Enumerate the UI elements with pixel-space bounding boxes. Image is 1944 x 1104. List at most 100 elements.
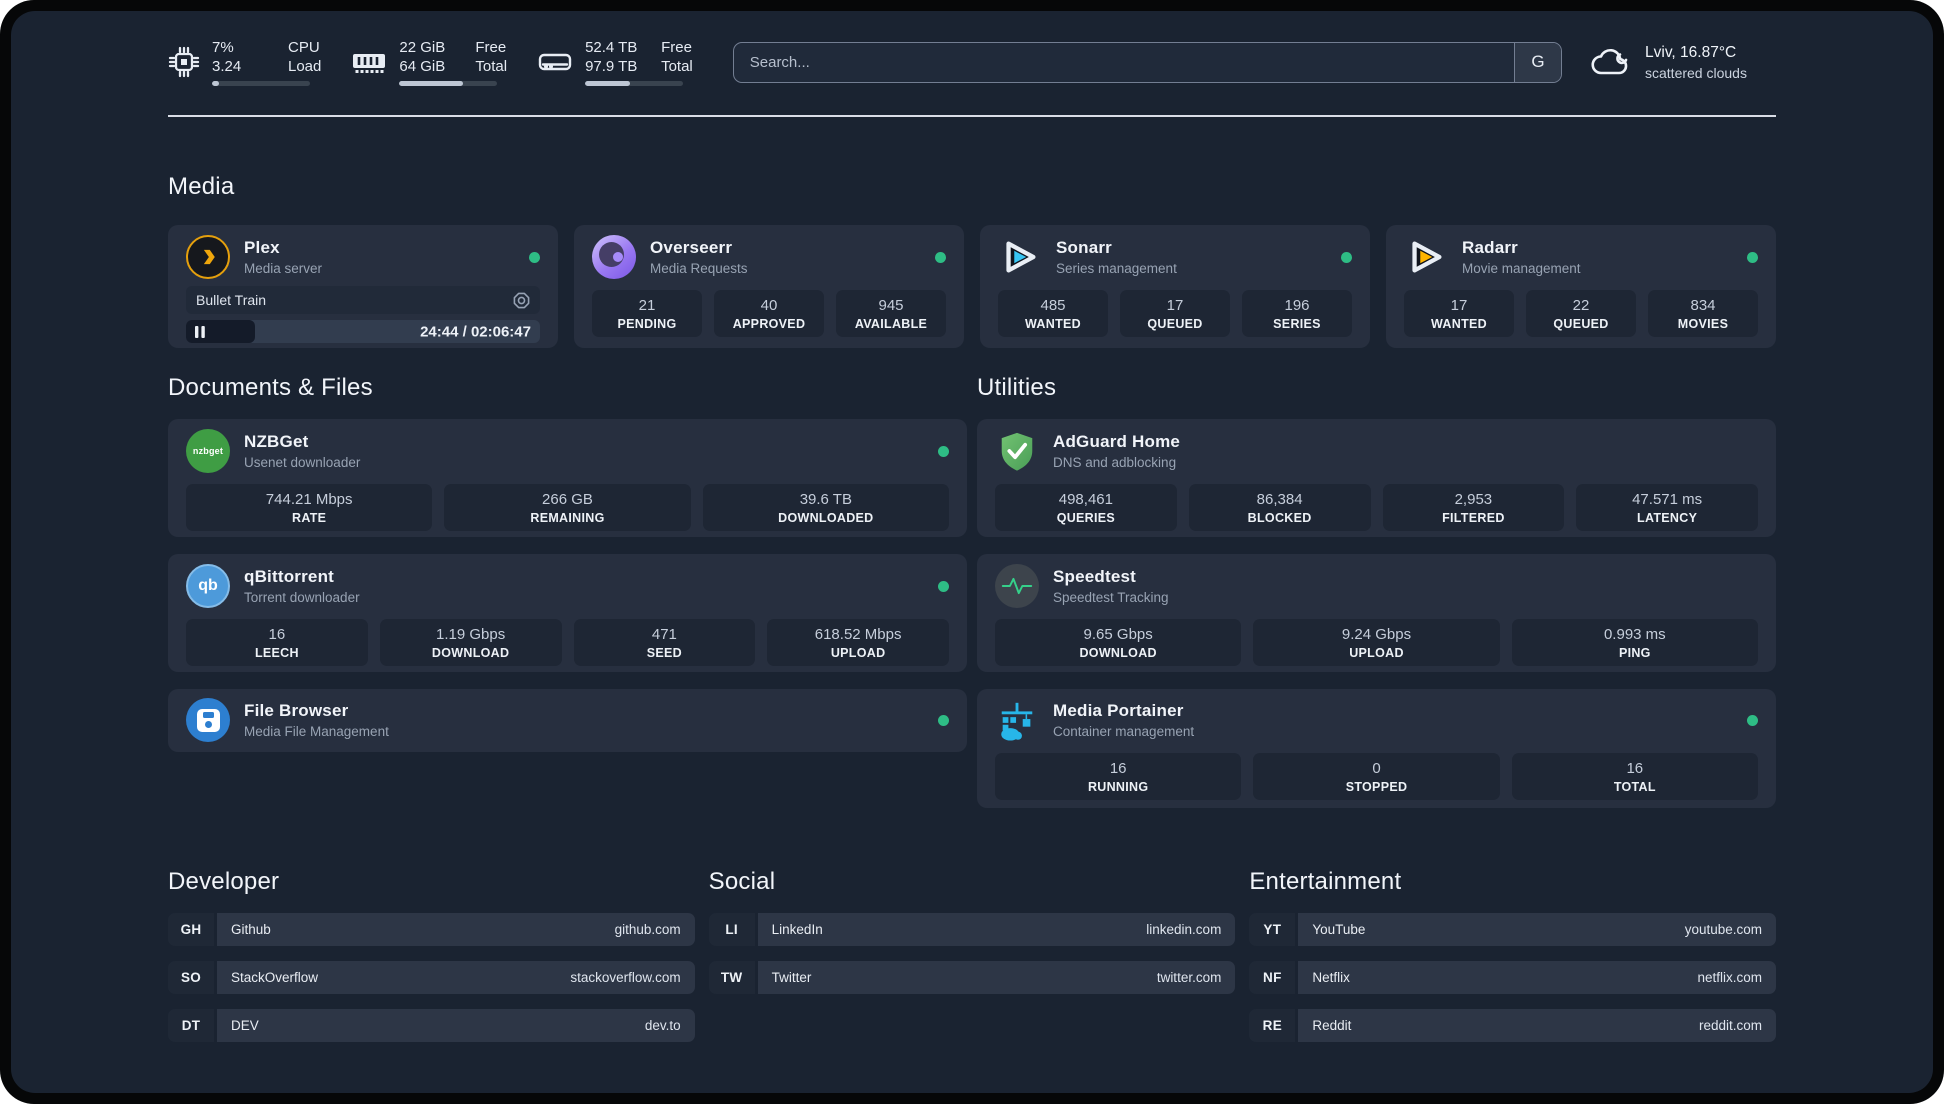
header: 7% 3.24 CPU Load 22 GiB 64 GiB Free Tota… [168,11,1776,88]
status-dot [1341,251,1352,263]
app-subtitle: Media File Management [244,724,389,739]
stat-tile: 21 PENDING [592,290,702,337]
stat-tile: 2,953 FILTERED [1382,484,1565,531]
app-name: File Browser [244,701,349,720]
stat-tile: 945 AVAILABLE [836,290,946,337]
search-input[interactable] [733,42,1514,82]
section-title-documents: Documents & Files [168,374,373,401]
status-dot [935,251,946,263]
bookmark-name: Twitter [771,970,812,985]
status-dot [1747,714,1758,726]
app-subtitle: Torrent downloader [244,590,360,605]
bookmark-name: DEV [231,1018,259,1033]
playback-progress-bar: 24:44 / 02:06:47 [186,320,540,343]
stat-tile: 0.993 ms PING [1511,619,1758,666]
ram-free-label: Free [475,39,507,56]
cloud-icon [1591,48,1628,75]
now-playing-row: Bullet Train [186,286,540,314]
disk-free-label: Free [661,39,692,56]
status-dot [938,445,949,457]
app-name: qBittorrent [244,567,335,586]
now-playing-title: Bullet Train [196,292,267,308]
playback-time: 24:44 / 02:06:47 [420,323,531,340]
cpu-load-value: 3.24 [212,58,242,75]
search-bar: G [732,41,1562,83]
ram-free-value: 22 GiB [399,39,446,56]
app-card-adguard[interactable]: AdGuard Home DNS and adblocking 498,461 Q… [977,419,1776,537]
bookmark-abbr: GH [168,913,214,946]
dashboard-screen: 7% 3.24 CPU Load 22 GiB 64 GiB Free Tota… [0,0,1944,1104]
bookmark-github[interactable]: GH Github github.com [168,913,695,946]
portainer-icon [995,698,1039,742]
stat-tile: 0 STOPPED [1253,753,1500,800]
bookmark-reddit[interactable]: RE Reddit reddit.com [1249,1009,1776,1042]
bookmark-stackoverflow[interactable]: SO StackOverflow stackoverflow.com [168,961,695,994]
app-name: AdGuard Home [1053,432,1181,451]
bookmark-abbr: TW [708,961,755,994]
bookmark-abbr: YT [1249,913,1296,946]
bookmark-url: linkedin.com [1146,922,1222,937]
stat-tile: 9.65 Gbps DOWNLOAD [995,619,1242,666]
stat-tile: 22 QUEUED [1526,290,1636,337]
app-card-nzbget[interactable]: nzbget NZBGet Usenet downloader 744.21 M… [168,419,967,537]
header-divider [168,115,1776,117]
bookmark-url: youtube.com [1684,922,1762,937]
app-card-filebrowser[interactable]: File Browser Media File Management [168,689,967,752]
stat-tile: 485 WANTED [998,290,1108,337]
cpu-icon [168,46,200,78]
stat-tile: 266 GB REMAINING [444,484,691,531]
bookmark-group-developer: Developer GH Github github.com SO StackOv… [168,868,695,1057]
adguard-icon [995,429,1039,473]
speedtest-icon [995,564,1039,608]
app-subtitle: Container management [1053,724,1195,739]
search-engine-button[interactable]: G [1514,42,1561,82]
plex-icon [186,235,230,279]
section-title-social: Social [708,868,776,895]
app-card-portainer[interactable]: Media Portainer Container management 16 R… [977,689,1776,808]
bookmark-group-social: Social LI LinkedIn linkedin.com TW Twitte… [708,868,1236,1057]
app-card-sonarr[interactable]: Sonarr Series management 485 WANTED 17 QUE… [980,225,1370,348]
documents-column: Documents & Files nzbget NZBGet Usenet d… [168,374,967,808]
stat-tile: 16 RUNNING [995,753,1242,800]
section-title-utilities: Utilities [977,374,1057,401]
bookmark-name: LinkedIn [771,922,823,937]
bookmark-twitter[interactable]: TW Twitter twitter.com [708,961,1236,994]
stat-tile: 17 QUEUED [1120,290,1230,337]
bookmark-netflix[interactable]: NF Netflix netflix.com [1249,961,1776,994]
app-name: Radarr [1462,238,1519,257]
stat-tile: 834 MOVIES [1648,290,1758,337]
stat-tile: 16 TOTAL [1511,753,1758,800]
stat-tile: 16 LEECH [186,619,368,666]
nzbget-icon: nzbget [186,429,230,473]
bookmark-linkedin[interactable]: LI LinkedIn linkedin.com [708,913,1236,946]
disk-total-value: 97.9 TB [585,58,638,75]
disk-icon [538,53,572,71]
qbittorrent-icon: qb [186,564,230,608]
app-card-qbittorrent[interactable]: qb qBittorrent Torrent downloader 16 LEEC… [168,554,967,672]
stat-tile: 39.6 TB DOWNLOADED [702,484,949,531]
app-name: NZBGet [244,432,309,451]
bookmark-url: reddit.com [1698,1018,1762,1033]
bookmark-dev[interactable]: DT DEV dev.to [168,1009,695,1042]
pause-icon [195,325,205,338]
disk-free-value: 52.4 TB [585,39,638,56]
app-card-overseerr[interactable]: Overseerr Media Requests 21 PENDING 40 APP… [574,225,964,348]
app-card-plex[interactable]: Plex Media server Bullet Train 24:44 / 0… [168,225,558,348]
ram-total-value: 64 GiB [399,58,446,75]
weather-location-temp: Lviv, 16.87°C [1645,43,1737,61]
app-card-radarr[interactable]: Radarr Movie management 17 WANTED 22 QUEUE… [1386,225,1776,348]
bookmark-url: dev.to [644,1018,681,1033]
app-name: Speedtest [1053,567,1137,586]
app-name: Overseerr [650,238,733,257]
app-subtitle: Speedtest Tracking [1053,590,1169,605]
stat-tile: 471 SEED [573,619,756,666]
ram-progress-bar [399,81,498,86]
bookmark-youtube[interactable]: YT YouTube youtube.com [1249,913,1776,946]
bookmark-name: Reddit [1312,1018,1352,1033]
app-name: Plex [244,238,280,257]
bookmark-abbr: LI [708,913,755,946]
app-card-speedtest[interactable]: Speedtest Speedtest Tracking 9.65 Gbps DO… [977,554,1776,672]
disk-stat: 52.4 TB 97.9 TB Free Total [537,38,693,86]
section-title-media: Media [168,173,235,200]
ram-stat: 22 GiB 64 GiB Free Total [351,38,507,86]
